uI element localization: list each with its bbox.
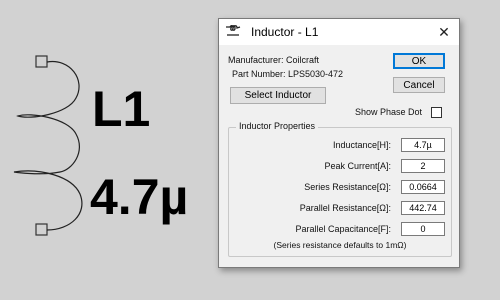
inductance-input[interactable] (401, 138, 445, 152)
inductor-coil (13, 60, 83, 231)
inductance-value-label: 4.7µ (90, 169, 189, 225)
parallel-resistance-input[interactable] (401, 201, 445, 215)
parallel-capacitance-input[interactable] (401, 222, 445, 236)
inductance-label: Inductance[H]: (332, 140, 391, 150)
dialog-title: Inductor - L1 (251, 25, 319, 39)
peak-current-label: Peak Current[A]: (324, 161, 391, 171)
inductor-app-icon (226, 24, 241, 36)
reference-designator: L1 (92, 81, 151, 137)
inductor-properties-group: Inductor Properties Inductance[H]: Peak … (228, 121, 452, 257)
bottom-pin (35, 223, 48, 236)
parallel-capacitance-label: Parallel Capacitance[F]: (295, 224, 391, 234)
series-resistance-note: (Series resistance defaults to 1mΩ) (273, 240, 407, 250)
top-pin (35, 55, 48, 68)
parallel-resistance-label: Parallel Resistance[Ω]: (299, 203, 391, 213)
dialog-titlebar[interactable]: Inductor - L1 ✕ (219, 19, 459, 45)
close-icon[interactable]: ✕ (435, 23, 453, 41)
series-resistance-input[interactable] (401, 180, 445, 194)
show-phase-dot-checkbox[interactable] (431, 107, 442, 118)
ok-button[interactable]: OK (393, 53, 445, 69)
select-inductor-button[interactable]: Select Inductor (230, 87, 326, 104)
manufacturer-text: Manufacturer: Coilcraft (228, 55, 320, 65)
inductor-dialog: Inductor - L1 ✕ Manufacturer: Coilcraft … (218, 18, 460, 268)
series-resistance-label: Series Resistance[Ω]: (304, 182, 391, 192)
group-title: Inductor Properties (236, 121, 319, 131)
cancel-button[interactable]: Cancel (393, 77, 445, 93)
part-number-text: Part Number: LPS5030-472 (232, 69, 344, 79)
peak-current-input[interactable] (401, 159, 445, 173)
show-phase-dot-label: Show Phase Dot (355, 107, 423, 117)
